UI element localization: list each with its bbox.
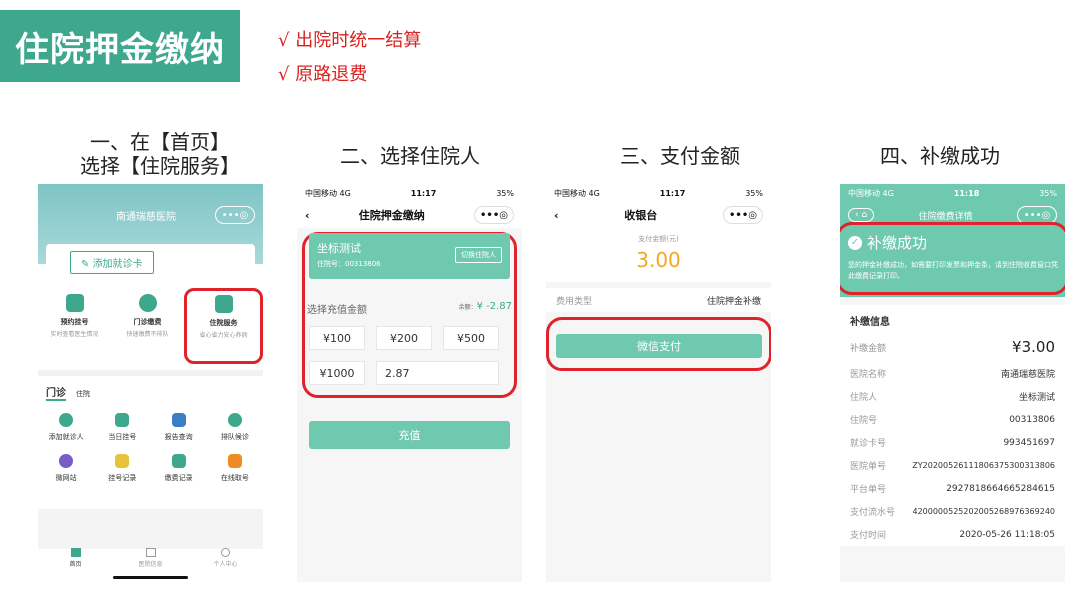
detail-row: 住院人 坐标测试 [840,385,1065,408]
detail-value: 4200000525202005268976369240 [912,507,1055,516]
pencil-icon: ✎ [81,258,93,270]
detail-value: ZY20200526111806375300313806 [912,461,1055,470]
detail-label: 医院名称 [850,370,887,380]
ticket-icon [115,454,130,468]
capsule-menu[interactable]: •••◎ [473,206,514,224]
service-payment[interactable]: 门诊缴费 快速缴费不排队 [111,294,184,364]
amount-value: 3.00 [636,248,681,272]
detail-row: 就诊卡号 993451697 [840,431,1065,454]
wechat-pay-button[interactable]: 微信支付 [556,334,762,358]
detail-value: 2927818664665284615 [946,483,1055,494]
switch-patient-button[interactable]: 切换住院人 [455,247,502,263]
fee-type-value: 住院押金补缴 [706,296,761,307]
detail-value: 坐标测试 [1018,393,1055,403]
back-home-capsule[interactable]: ‹ ⌂ [848,208,875,222]
detail-label: 平台单号 [850,485,887,495]
user-icon [221,548,230,557]
paid-amount: ¥3.00 [1012,338,1055,356]
detail-label: 支付时间 [850,531,887,541]
detail-value: 993451697 [1003,437,1055,448]
detail-list: 医院名称 南通瑞慈医院住院人 坐标测试住院号 00313806 就诊卡号 99345169… [840,362,1065,546]
phone-home: 南通瑞慈医院 •••◎ ✎ 添加就诊卡 预约挂号 实时查看医生情况 门诊缴费 快速缴… [38,184,263,582]
step-1-line2: 选择【住院服务】 [80,154,240,178]
nav-title: 收银台 [624,209,658,222]
step-2: 二、选择住院人 [340,144,480,168]
home-icon [70,548,81,557]
detail-label: 住院号 [850,416,878,426]
detail-row: 支付流水号 4200000525202005268976369240 [840,500,1065,523]
page-title: 住院押金缴纳 [0,10,240,82]
report-icon [171,413,186,427]
bottom-profile[interactable]: 个人中心 [188,548,263,568]
step-1-line1: 一、在【首页】 [90,130,230,154]
amount-label: 支付金额(元) [638,235,679,243]
grid-reg-records[interactable]: 挂号记录 [94,454,150,483]
service-inpatient[interactable]: 住院服务 省心省力安心养病 [184,288,263,364]
section-title: 补缴信息 [840,305,1065,332]
step-4: 四、补缴成功 [880,144,1000,168]
detail-label: 就诊卡号 [850,439,887,449]
recharge-button[interactable]: 充值 [309,421,510,449]
number-icon [227,454,242,468]
wallet-icon [171,454,186,468]
detail-row: 医院名称 南通瑞慈医院 [840,362,1065,385]
success-title: 补缴成功 [867,234,928,252]
nav-title: 住院押金缴纳 [358,209,425,222]
phone-deposit: 中国移动 4G 11:17 35% ‹ 住院押金缴纳 •••◎ 坐标测试 住院号：003… [297,184,522,582]
tab-inpatient[interactable]: 住院 [76,389,90,399]
grid-queue[interactable]: 排队候诊 [207,413,263,442]
grid-report[interactable]: 报告查询 [151,413,207,442]
calendar-icon [115,413,130,427]
detail-row: 支付时间 2020-05-26 11:18:05 [840,523,1065,546]
detail-value: 南通瑞慈医院 [1000,370,1055,380]
hospital-icon [145,548,156,557]
detail-value: 00313806 [1009,414,1055,425]
plus-icon [65,294,84,312]
detail-row: 住院号 00313806 [840,408,1065,431]
detail-row: 平台单号 2927818664665284615 [840,477,1065,500]
detail-label: 住院人 [850,393,878,403]
phone-success: 中国移动 4G 11:18 35% ‹ ⌂ 住院缴费详情 •••◎ ✓ 补缴成功 您… [840,184,1065,582]
grid-pay-records[interactable]: 缴费记录 [151,454,207,483]
success-message: 您的押金补缴成功，如需要打印发票和押金条，请到住院收费窗口凭此缴费记录打印。 [848,261,1058,280]
check-icon: ✓ [848,235,862,250]
step-3: 三、支付金额 [620,144,740,168]
feature-1: √ 出院时统一结算 [278,30,422,51]
hospital-name: 南通瑞慈医院 [116,211,176,223]
service-appointment[interactable]: 预约挂号 实时查看医生情况 [38,294,111,364]
back-icon[interactable]: ‹ [554,209,559,222]
grid-take-number[interactable]: 在线取号 [207,454,263,483]
people-icon [227,413,242,427]
person-add-icon [59,413,74,427]
feature-2: √ 原路退费 [278,64,368,85]
back-icon[interactable]: ‹ [305,209,310,222]
bottom-hospital[interactable]: 医院信息 [113,548,188,568]
detail-value: 2020-05-26 11:18:05 [959,529,1055,540]
capsule-menu[interactable]: •••◎ [722,206,763,224]
grid-same-day[interactable]: 当日挂号 [94,413,150,442]
home-indicator [113,576,188,579]
phone-cashier: 中国移动 4G 11:17 35% ‹ 收银台 •••◎ 支付金额(元) 3.00 费用… [546,184,771,582]
yuan-icon [138,294,157,312]
grid-add-patient[interactable]: 添加就诊人 [38,413,94,442]
capsule-menu[interactable]: •••◎ [215,206,255,224]
detail-label: 医院单号 [850,462,887,472]
grid-website[interactable]: 微网站 [38,454,94,483]
patient-card: 坐标测试 住院号：00313806 切换住院人 [309,233,510,279]
fee-type-label: 费用类型 [556,296,593,307]
detail-label: 支付流水号 [850,508,896,518]
nav-title: 住院缴费详情 [918,211,973,222]
add-card-button[interactable]: ✎ 添加就诊卡 [70,250,154,274]
tab-outpatient[interactable]: 门诊 [46,384,66,401]
planet-icon [59,454,74,468]
detail-row: 医院单号 ZY20200526111806375300313806 [840,454,1065,477]
bottom-home[interactable]: 首页 [38,548,113,568]
building-icon [214,295,233,313]
